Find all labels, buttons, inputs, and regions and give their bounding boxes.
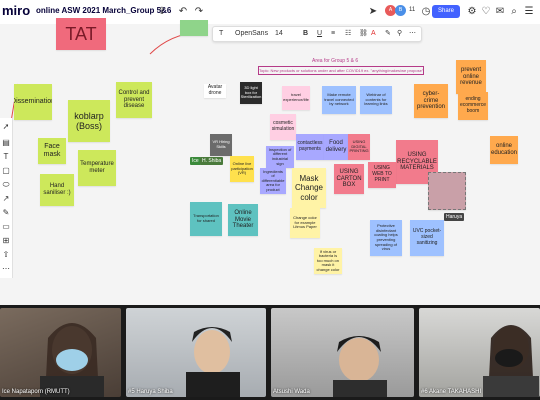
text-tool-icon[interactable]: T — [219, 28, 223, 40]
participant-avatar — [186, 327, 240, 397]
comment-icon[interactable]: ▭ — [1, 222, 11, 232]
pen-icon[interactable]: ✎ — [1, 208, 11, 218]
cursor-name-tag: Haruya — [444, 213, 465, 221]
sticky-note[interactable]: Inspection of different industrial sign — [266, 146, 294, 168]
participant-avatar — [40, 323, 104, 397]
connector-icon[interactable]: ↗ — [1, 194, 11, 204]
upload-icon[interactable]: ⇪ — [154, 4, 170, 20]
participant-video[interactable]: #6 Akane TAKAHASHI — [419, 308, 540, 397]
font-select[interactable]: OpenSans — [235, 28, 268, 40]
lock-icon[interactable]: ⚲ — [397, 28, 402, 40]
sticky-note[interactable]: Make remote travel connected by network — [322, 86, 356, 114]
area-title: Area for Group 5 & 6 — [312, 58, 359, 64]
board-title[interactable]: online ASW 2021 March_Group 5&6 — [36, 6, 171, 15]
left-toolbar: ➚ ▤ T ▢ ⬭ ↗ ✎ ▭ ⊞ ⇧ ⋯ — [0, 118, 13, 278]
participant-name: Ice Napataporn (RMUTT) — [2, 389, 70, 395]
menu-icon[interactable]: ☰ — [521, 4, 537, 20]
shape-icon[interactable]: ⬭ — [1, 180, 11, 190]
sticky-note[interactable]: UVC pocket-sized sanitizing — [410, 220, 444, 256]
share-button[interactable]: Share — [432, 5, 460, 18]
participant-name: #5 Haruya Shiba — [128, 389, 173, 395]
list-icon[interactable]: ☷ — [345, 28, 351, 40]
sticky-note[interactable]: koblarp (Boss) — [68, 100, 110, 142]
frame-icon[interactable]: ⊞ — [1, 236, 11, 246]
sticky-note[interactable]: Transportation for shared — [190, 202, 222, 236]
sticky-note[interactable]: Protective disinfectant coating helps pr… — [370, 220, 402, 256]
sticky-note[interactable]: Face mask — [38, 138, 66, 164]
text-icon[interactable]: T — [1, 152, 11, 162]
text-color-icon[interactable]: A — [371, 28, 376, 40]
select-icon[interactable]: ➚ — [1, 122, 11, 132]
more-tools-icon[interactable]: ⋯ — [1, 264, 11, 274]
templates-icon[interactable]: ▤ — [1, 138, 11, 148]
align-icon[interactable]: ≡ — [331, 28, 335, 40]
sticky-note[interactable]: online education — [490, 136, 518, 164]
upload-icon[interactable]: ⇧ — [1, 250, 11, 260]
undo-icon[interactable]: ↶ — [175, 4, 191, 20]
highlight-icon[interactable]: ✎ — [385, 28, 391, 40]
sticky-note[interactable]: If virus or bacteria is too much on mask… — [314, 248, 342, 274]
participant-name: #6 Akane TAKAHASHI — [421, 389, 482, 395]
sticky-note[interactable]: cyber-crime prevention — [414, 84, 448, 118]
sticky-note[interactable]: TAT — [56, 18, 106, 50]
bold-icon[interactable]: B — [303, 28, 308, 40]
participant-name: Atsushi Wada — [273, 389, 310, 395]
sticky-note[interactable]: Control and prevent disease — [116, 82, 152, 118]
cursor-icon[interactable]: ➤ — [365, 4, 381, 20]
link-icon[interactable]: ⛓ — [359, 28, 368, 40]
sticky-note[interactable]: Online Movie Theater — [228, 204, 258, 236]
video-strip: Ice Napataporn (RMUTT) #5 Haruya Shiba A… — [0, 305, 540, 400]
avatar-count: 11 — [409, 7, 416, 13]
sticky-note[interactable]: contactless payments — [296, 134, 324, 160]
more-icon[interactable]: ⋯ — [409, 28, 416, 40]
sticky-note[interactable] — [180, 20, 208, 36]
participant-video[interactable]: Atsushi Wada — [271, 308, 414, 397]
underline-icon[interactable]: U — [317, 28, 322, 40]
participant-video[interactable]: #5 Haruya Shiba — [126, 308, 266, 397]
avatar[interactable]: B — [395, 5, 406, 16]
sticky-note[interactable]: Mask Change color — [292, 168, 326, 208]
sticky-note[interactable]: Ingredients of differentiable area for p… — [260, 168, 286, 194]
sticky-note[interactable]: Avatar drone — [204, 84, 226, 98]
sticky-note[interactable] — [428, 172, 466, 210]
participant-avatar — [333, 336, 387, 397]
search-icon[interactable]: ⌕ — [506, 4, 522, 20]
font-size-select[interactable]: 14 — [275, 28, 283, 40]
sticky-note[interactable]: Food delivery — [324, 134, 348, 160]
sticky-note[interactable]: Change color for example Litmus Paper — [290, 208, 320, 238]
redo-icon[interactable]: ↷ — [191, 4, 207, 20]
format-toolbar: T OpenSans 14 B U ≡ ☷ ⛓ A ✎ ⚲ ⋯ — [212, 26, 422, 42]
sticky-note[interactable]: Webinar of contents for learning links — [360, 86, 392, 114]
miro-logo[interactable]: miro — [2, 3, 30, 18]
sticky-note[interactable]: prevent online revenue — [456, 60, 486, 94]
sticky-note[interactable]: USING WEB TO PRINT — [368, 162, 396, 188]
sticky-note[interactable]: USING DIGITAL PRINTING — [348, 134, 370, 160]
participant-avatar — [483, 325, 539, 397]
sticky-note[interactable]: USING CARTON BOX — [334, 164, 364, 194]
cursor-name-tag: H. Shiba — [200, 157, 224, 165]
sticky-icon[interactable]: ▢ — [1, 166, 11, 176]
sticky-note[interactable]: travel experience/life — [282, 86, 310, 110]
sticky-note[interactable]: Temperature meter — [78, 150, 116, 186]
sticky-note[interactable]: 3D light box for Sterilization — [240, 82, 262, 104]
sticky-note[interactable]: Online live participation (VR) — [230, 156, 254, 182]
sticky-note[interactable]: ending ecommerce boom — [458, 92, 488, 120]
participant-video[interactable]: Ice Napataporn (RMUTT) — [0, 308, 121, 397]
sticky-note[interactable]: cosmetic simulation — [270, 114, 296, 140]
sticky-note[interactable]: VR Hiring Skills — [210, 134, 232, 156]
area-topic: Topic: New products or solutions under a… — [258, 66, 424, 75]
sticky-note[interactable]: Hand saniliser :) — [40, 174, 74, 206]
sticky-note[interactable]: Dissemination — [14, 84, 52, 120]
